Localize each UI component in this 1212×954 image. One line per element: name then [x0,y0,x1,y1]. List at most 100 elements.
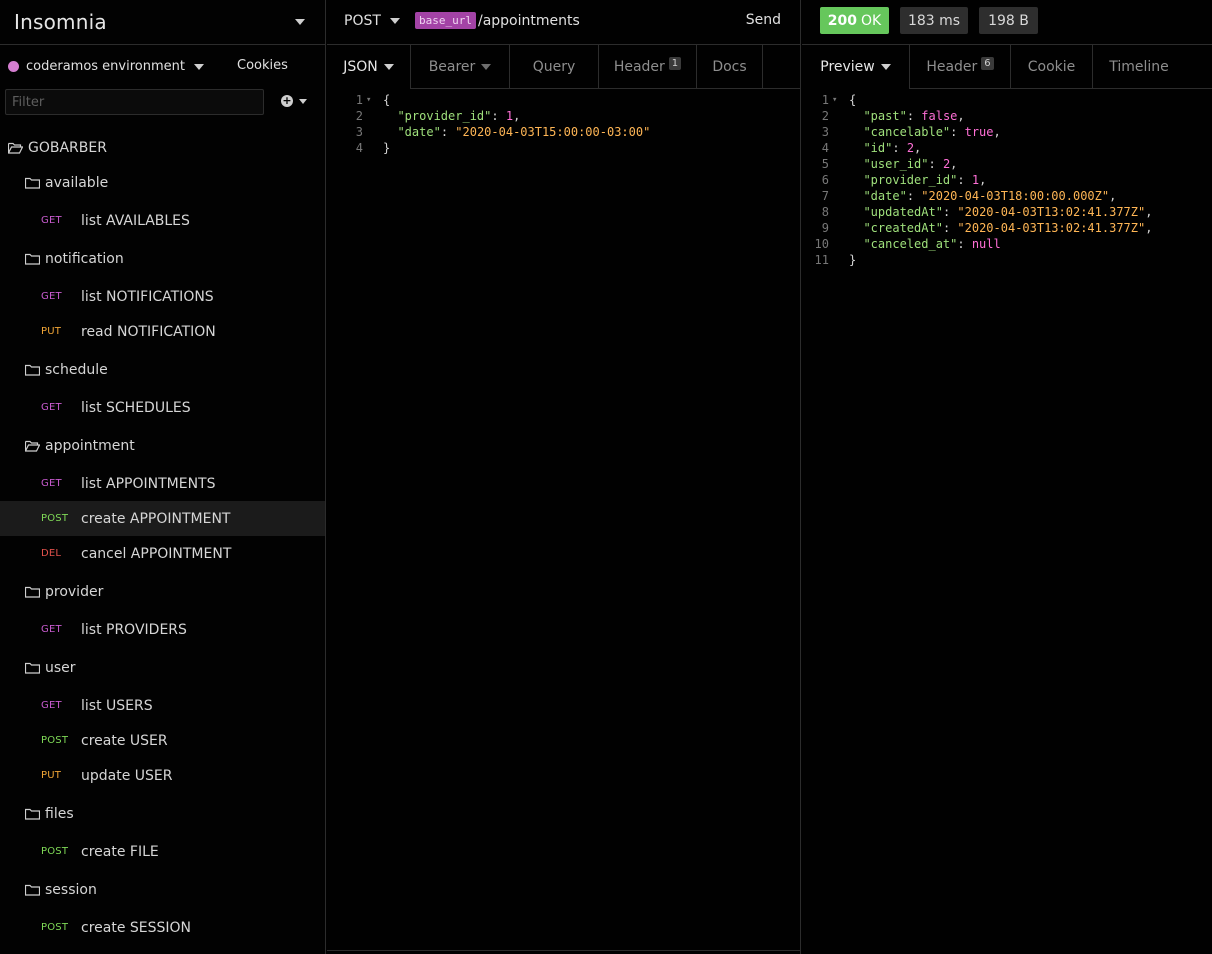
code-token: "cancelable" [863,125,951,139]
request-item[interactable]: DEL cancel APPOINTMENT [0,536,325,571]
request-item[interactable]: POST create SESSION [0,910,325,945]
code-token: : [957,237,972,251]
tab-docs[interactable]: Docs [697,45,763,89]
request-item[interactable]: PUT read NOTIFICATION [0,314,325,349]
app-title: Insomnia [14,10,107,34]
request-item[interactable]: GET list NOTIFICATIONS [0,279,325,314]
request-item[interactable]: GET list PROVIDERS [0,612,325,647]
response-time-badge: 183 ms [900,7,968,34]
code-line: 1 ▾{ [320,92,650,108]
request-item[interactable]: POST create APPOINTMENT [0,501,325,536]
code-token: "2020-04-03T18:00:00.000Z" [921,189,1110,203]
folder-provider[interactable]: provider [0,574,325,609]
chevron-down-icon [383,64,394,70]
base-url-variable-tag[interactable]: base_url [415,12,476,29]
tab-preview[interactable]: Preview [802,45,910,89]
method-badge: GET [41,478,62,489]
code-token: 1 [505,109,514,123]
tab-query[interactable]: Query [510,45,599,89]
code-line: 3 "date": "2020-04-03T15:00:00-03:00" [320,124,651,140]
workspace-folder[interactable]: GOBARBER [0,130,325,165]
tab-timeline[interactable]: Timeline [1093,45,1185,89]
folder-schedule[interactable]: schedule [0,352,325,387]
request-item[interactable]: POST create FILE [0,834,325,869]
folder-user[interactable]: user [0,650,325,685]
method-selector[interactable]: POST [344,13,400,29]
request-item[interactable]: PUT update USER [0,758,325,793]
code-token: "provider_id" [863,173,958,187]
environment-selector[interactable]: coderamos environment [26,59,185,74]
request-item[interactable]: GET list SCHEDULES [0,390,325,425]
request-tabs: JSON Bearer Query Header 1 Docs [327,45,800,89]
request-item[interactable]: GET list AVAILABLES [0,203,325,238]
status-badge: 200 OK [820,7,889,34]
folder-icon [25,884,40,896]
tab-header[interactable]: Header 1 [599,45,697,89]
code-token: null [971,237,1001,251]
fold-gutter [832,108,849,124]
folder-notification[interactable]: notification [0,241,325,276]
url-input[interactable]: base_url /appointments [415,12,580,29]
folder-open-icon [8,142,23,154]
request-label: create APPOINTMENT [81,510,231,527]
method-badge: GET [41,215,62,226]
code-token: , [993,125,1001,139]
request-label: list APPOINTMENTS [81,475,216,492]
request-body-editor[interactable]: 1 ▾{2 "provider_id": 1,3 "date": "2020-04… [320,92,651,156]
chevron-down-icon [389,18,400,24]
code-line: 8 "updatedAt": "2020-04-03T13:02:41.377Z… [786,204,1153,220]
fold-arrow-icon[interactable]: ▾ [366,92,383,108]
chevron-down-icon [880,64,891,70]
line-number: 3 [821,125,829,139]
tab-body-json[interactable]: JSON [327,45,411,89]
folder-session[interactable]: session [0,872,325,907]
code-token: "canceled_at" [863,237,958,251]
method-badge: GET [41,402,62,413]
method-badge: PUT [41,326,62,337]
method-badge: PUT [41,770,62,781]
request-label: cancel APPOINTMENT [81,545,232,562]
app-header[interactable]: Insomnia [0,0,325,45]
url-path: /appointments [477,12,580,29]
tab-label: Docs [712,59,747,75]
cookies-button[interactable]: Cookies [237,58,288,73]
send-button[interactable]: Send [746,12,781,28]
chevron-down-icon[interactable] [193,63,204,70]
code-line: 10 "canceled_at": null [786,236,1152,252]
code-token: , [513,109,521,123]
chevron-down-icon[interactable] [295,19,305,25]
status-code: 200 [827,12,858,29]
folder-files[interactable]: files [0,796,325,831]
filter-input[interactable] [5,89,264,115]
code-token: "past" [863,109,907,123]
request-label: list NOTIFICATIONS [81,288,214,305]
line-number: 5 [821,157,829,171]
add-item-button[interactable]: + [281,95,307,107]
method-badge: POST [41,922,69,933]
request-label: create FILE [81,843,159,860]
folder-available[interactable]: available [0,165,325,200]
code-token: , [950,157,958,171]
folder-appointment[interactable]: appointment [0,428,325,463]
request-item[interactable]: GET list APPOINTMENTS [0,466,325,501]
fold-arrow-icon[interactable]: ▾ [832,92,849,108]
folder-label: appointment [45,437,135,454]
tab-label: Header [613,59,665,75]
code-line: 6 "provider_id": 1, [786,172,1152,188]
tab-cookie[interactable]: Cookie [1011,45,1093,89]
response-body-viewer: 1 ▾{2 "past": false, 3 "cancelable": true,… [786,92,1153,268]
tab-label: Header [926,59,978,75]
code-token: : [950,125,965,139]
tab-response-header[interactable]: Header 6 [910,45,1011,89]
request-item[interactable]: POST create USER [0,723,325,758]
code-token: : [957,173,972,187]
response-size-badge: 198 B [979,7,1038,34]
request-item[interactable]: GET list USERS [0,688,325,723]
code-token: true [964,125,994,139]
folder-label: schedule [45,361,108,378]
tab-auth-bearer[interactable]: Bearer [411,45,510,89]
